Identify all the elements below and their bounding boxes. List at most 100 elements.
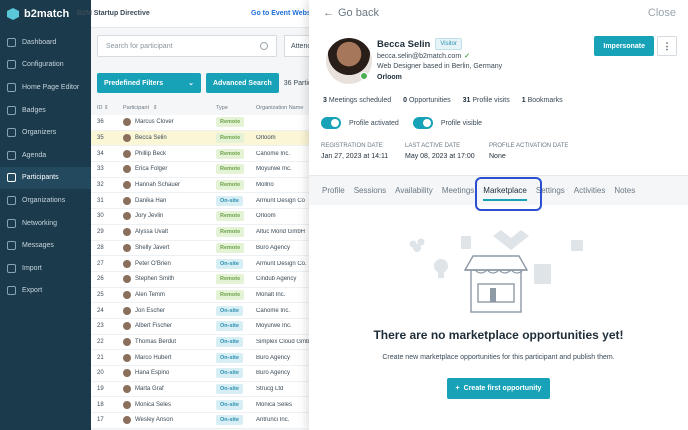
table-row[interactable]: 17 Wesley Anson On-site Antrunci Inc. [91, 413, 321, 429]
create-opportunity-button[interactable]: + Create first opportunity [447, 378, 550, 399]
cell-participant: Marco Hubert [123, 353, 216, 362]
table-row[interactable]: 18 Monica Seles On-site Monica Seles [91, 397, 321, 414]
cell-participant: Erica Folger [123, 165, 216, 174]
type-badge: On-site [216, 415, 243, 426]
participant-name: Hana Espino [135, 370, 170, 377]
directive-title: B2M Startup Directive [77, 10, 150, 17]
participants-icon [7, 173, 16, 183]
type-badge: Remote [216, 148, 245, 159]
advanced-search-label: Advanced Search [213, 79, 272, 87]
column-participant[interactable]: Participant ⇕ [123, 105, 216, 111]
cell-type: Remote [216, 133, 256, 144]
type-badge: On-site [216, 258, 243, 269]
cell-id: 17 [97, 417, 104, 424]
online-status-icon [360, 72, 368, 80]
cell-participant: Alyssa Uvalt [123, 228, 216, 237]
cell-id: 19 [97, 386, 104, 393]
profile-toggles: Profile activated Profile visible [321, 117, 482, 129]
predefined-filters-button[interactable]: Predefined Filters ⌄ [97, 73, 201, 93]
type-badge: Remote [216, 289, 245, 300]
import-icon [7, 263, 16, 273]
avatar [123, 385, 131, 394]
sidebar-item-label: Organizations [22, 196, 66, 204]
profile-visible-toggle[interactable] [412, 117, 433, 129]
sidebar-item-messages[interactable]: Messages [0, 234, 91, 257]
tab-activities[interactable]: Activities [574, 186, 606, 201]
sidebar-item-networking[interactable]: Networking [0, 212, 91, 235]
table-row[interactable]: 24 Jon Escher On-site Canome Inc. [91, 303, 321, 319]
close-button[interactable]: Close [648, 7, 676, 19]
sidebar-item-dashboard[interactable]: Dashboard [0, 31, 91, 54]
cell-type: On-site [216, 399, 256, 410]
sidebar-item-export[interactable]: Export [0, 280, 91, 303]
tab-sessions[interactable]: Sessions [354, 186, 386, 201]
table-row[interactable]: 36 Marcus Clover Remote [91, 115, 321, 131]
table-row[interactable]: 29 Alyssa Uvalt Remote Altuc Mond GmbH [91, 224, 321, 241]
profile-activated-toggle-row: Profile activated [321, 117, 399, 129]
table-row[interactable]: 32 Hannah Schauer Remote Mollno [91, 177, 321, 194]
tab-meetings[interactable]: Meetings [442, 186, 474, 201]
table-row[interactable]: 34 Phillip Beck Remote Canome Inc. [91, 146, 321, 163]
table-row[interactable]: 27 Peter O'Brien On-site Armunt Design Co. [91, 256, 321, 272]
profile-visible-label: Profile visible [440, 119, 483, 127]
sidebar-item-agenda[interactable]: Agenda [0, 144, 91, 167]
avatar [123, 165, 131, 174]
export-icon [7, 286, 16, 296]
profile-activated-toggle[interactable] [321, 117, 341, 129]
table-row[interactable]: 21 Marco Hubert On-site Buro Agency [91, 350, 321, 366]
table-row[interactable]: 31 Danika Han On-site Armunt Design Co [91, 193, 321, 210]
cell-participant: Jon Escher [123, 306, 216, 315]
more-options-button[interactable]: ⋮ [657, 36, 677, 56]
sidebar-item-configuration[interactable]: Configuration [0, 54, 91, 77]
avatar [123, 149, 131, 158]
avatar [123, 275, 131, 284]
column-type[interactable]: Type [216, 105, 256, 111]
participant-name: Wesley Anson [135, 417, 173, 424]
table-row[interactable]: 19 Marta Graf On-site Strucg Ltd [91, 381, 321, 398]
table-row[interactable]: 23 Albert Fischer On-site Moyurwe Inc. [91, 318, 321, 335]
table-row[interactable]: 28 Shelly Javert Remote Buro Agency [91, 240, 321, 257]
attendance-label: Attenc [291, 42, 311, 50]
cell-type: On-site [216, 415, 256, 426]
cell-id: 24 [97, 307, 104, 314]
table-row[interactable]: 26 Stephen Smith Remote Cindub Agency [91, 271, 321, 288]
advanced-search-button[interactable]: Advanced Search [206, 73, 279, 93]
go-to-event-link[interactable]: Go to Event Websi [251, 10, 313, 17]
table-row[interactable]: 35 Becca Selin Remote Orloom [91, 130, 321, 147]
go-back-button[interactable]: ← Go back [323, 7, 379, 19]
table-row[interactable]: 25 Alen Temm Remote Monalt Inc. [91, 287, 321, 304]
cell-participant: Peter O'Brien [123, 259, 216, 268]
tab-profile[interactable]: Profile [322, 186, 345, 201]
sidebar-item-organizers[interactable]: Organizers [0, 121, 91, 144]
tab-availability[interactable]: Availability [395, 186, 433, 201]
tab-notes[interactable]: Notes [614, 186, 635, 201]
participant-name: Erica Folger [135, 166, 168, 173]
sidebar-item-participants[interactable]: Participants [0, 166, 91, 190]
sidebar-item-import[interactable]: Import [0, 257, 91, 280]
registration-date: REGISTRATION DATE Jan 27, 2023 at 14:11 [321, 143, 405, 160]
cell-participant: Alen Temm [123, 290, 216, 299]
avatar [123, 243, 131, 252]
cell-type: On-site [216, 258, 256, 269]
sidebar-item-label: Organizers [22, 129, 57, 137]
column-id[interactable]: ID ⇕ [91, 105, 123, 111]
profile-activation-date: PROFILE ACTIVATION DATE None [489, 143, 609, 160]
sidebar-item-badges[interactable]: Badges [0, 99, 91, 122]
sidebar-item-organizations[interactable]: Organizations [0, 189, 91, 212]
cell-participant: Danika Han [123, 196, 216, 205]
participant-email-row: becca.selin@b2match.com ✓ [377, 52, 470, 61]
cell-type: Remote [216, 117, 256, 128]
participant-company[interactable]: Orloom [377, 74, 402, 81]
avatar [123, 118, 131, 127]
participant-title: Web Designer based in Berlin, Germany [377, 63, 503, 70]
impersonate-button[interactable]: Impersonate [594, 36, 654, 56]
table-row[interactable]: 33 Erica Folger Remote Moyurwe Inc. [91, 162, 321, 178]
table-row[interactable]: 20 Hana Espino On-site Buro Agency [91, 366, 321, 382]
table-row[interactable]: 30 Jory Jevlin Remote Orloom [91, 209, 321, 225]
cell-id: 18 [97, 401, 104, 408]
table-row[interactable]: 22 Thomas Berdut On-site Simplex Cloud GmbH [91, 334, 321, 351]
avatar [123, 369, 131, 378]
sidebar-item-label: Import [22, 264, 42, 272]
sidebar-item-home-page-editor[interactable]: Home Page Editor [0, 76, 91, 99]
search-input[interactable]: Search for participant [97, 35, 277, 57]
